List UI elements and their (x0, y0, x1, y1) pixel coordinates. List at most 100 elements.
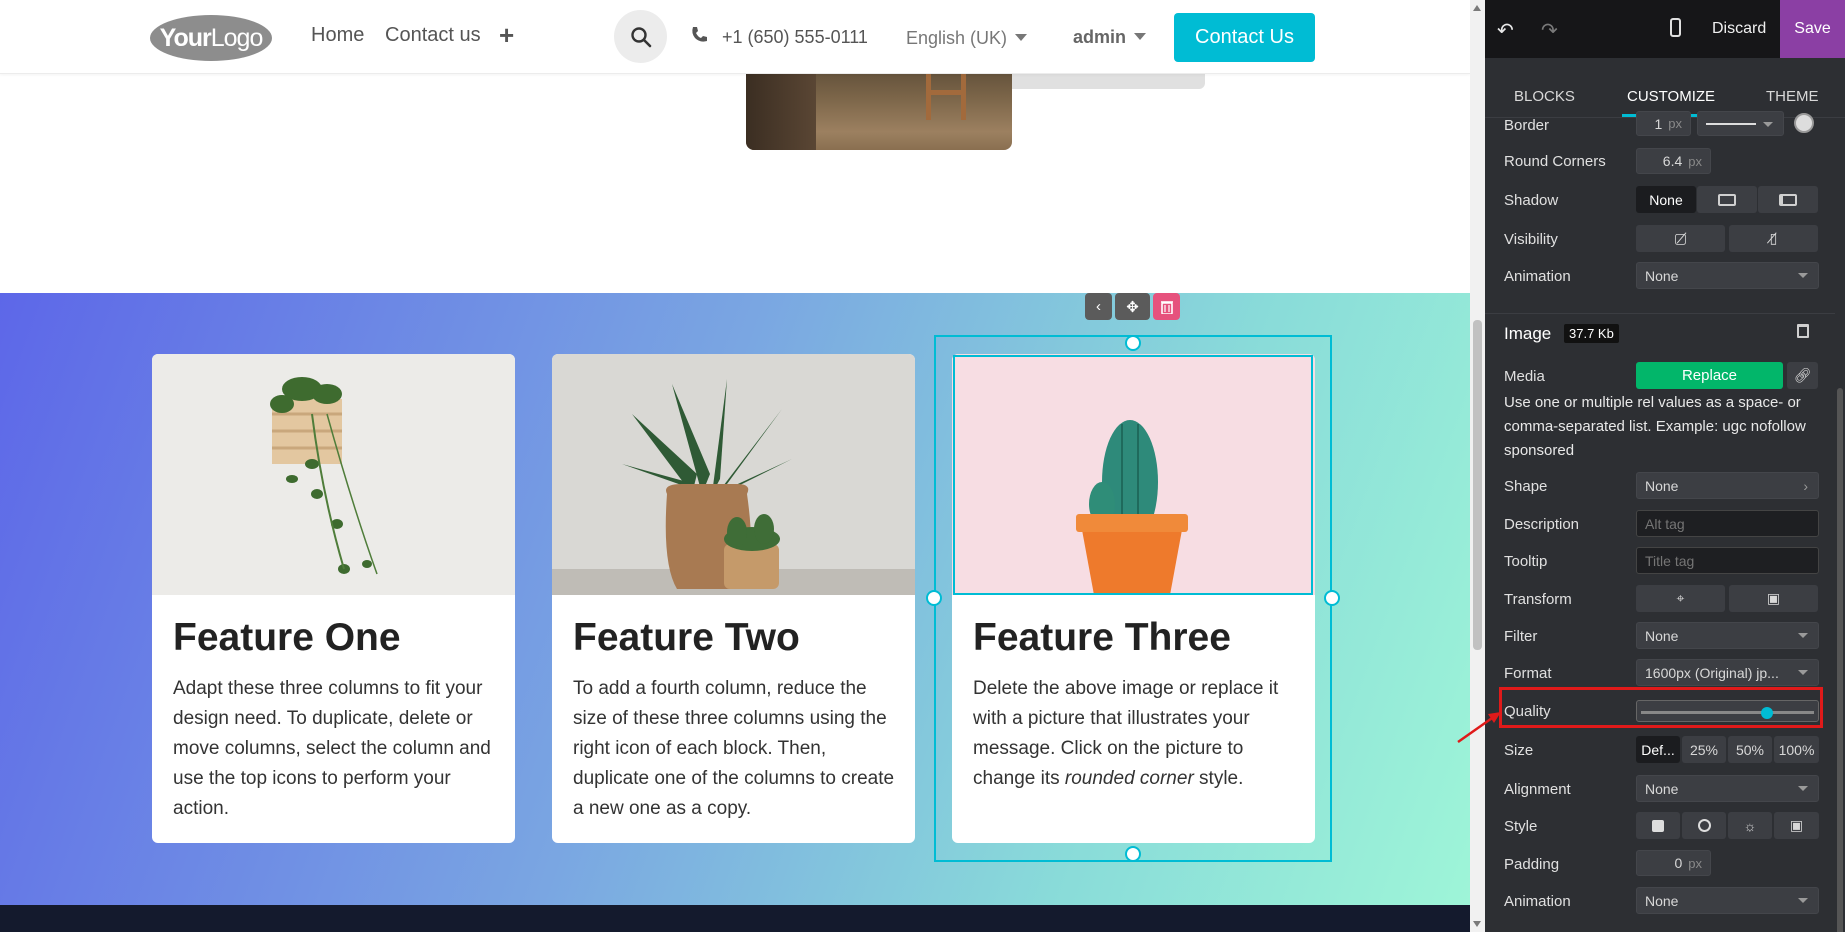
size-default-button[interactable]: Def... (1636, 736, 1680, 763)
border-style-select[interactable] (1697, 111, 1784, 136)
shape-row: Shape None › (1485, 472, 1845, 500)
tooltip-row: Tooltip (1485, 547, 1845, 575)
feature-two-image[interactable] (552, 354, 915, 595)
style-rounded-button[interactable] (1636, 812, 1680, 839)
feature-card-two[interactable]: Feature Two To add a fourth column, redu… (552, 354, 915, 843)
style-shadow-button[interactable]: ☼ (1728, 812, 1772, 839)
feature-card-three[interactable]: Feature Three Delete the above image or … (952, 354, 1315, 843)
alignment-row: Alignment None (1485, 775, 1845, 803)
add-menu-item-icon[interactable]: + (499, 20, 514, 51)
style-thumbnail-button[interactable]: ▣ (1774, 812, 1819, 839)
website-scrollbar[interactable] (1470, 0, 1485, 932)
filter-value: None (1645, 627, 1679, 644)
animation-row: Animation None (1485, 262, 1845, 290)
footer-bar (0, 905, 1470, 932)
media-label: Media (1504, 368, 1545, 385)
editor-topbar: ↶ ↷ Discard Save (1485, 0, 1845, 58)
image-icon: ▣ (1789, 817, 1804, 833)
undo-icon[interactable]: ↶ (1497, 18, 1514, 43)
feature-three-image[interactable] (952, 354, 1315, 595)
feature-card-one[interactable]: Feature One Adapt these three columns to… (152, 354, 515, 843)
alignment-select[interactable]: None (1636, 775, 1819, 802)
alignment-value: None (1645, 780, 1679, 797)
mobile-preview-icon[interactable] (1670, 18, 1681, 37)
feature-two-title[interactable]: Feature Two (573, 616, 800, 660)
language-selector[interactable]: English (UK) (906, 28, 1028, 49)
resize-handle-bottom[interactable] (1125, 846, 1141, 862)
shadow-none-button[interactable]: None (1636, 186, 1696, 213)
search-button[interactable] (614, 10, 667, 63)
trash-icon[interactable] (1797, 324, 1809, 338)
discard-button[interactable]: Discard (1712, 20, 1766, 38)
border-width-value: 1 (1654, 115, 1663, 132)
padding-value: 0 (1674, 855, 1683, 871)
panel-scrollbar-thumb[interactable] (1837, 388, 1843, 932)
shadow-row: Shadow None (1485, 186, 1845, 214)
drag-move-button[interactable]: ✥ (1115, 293, 1150, 320)
feature-three-title[interactable]: Feature Three (973, 616, 1231, 660)
border-color-picker[interactable] (1794, 113, 1814, 133)
phone-number[interactable]: +1 (650) 555-0111 (722, 27, 868, 48)
shadow-outset-button[interactable] (1697, 186, 1757, 213)
replace-image-button[interactable]: Replace (1636, 362, 1783, 389)
scrollbar-thumb[interactable] (1473, 320, 1482, 650)
trash-icon (1160, 300, 1173, 314)
size-100-button[interactable]: 100% (1774, 736, 1819, 763)
desktop-hidden-icon: ▢̸ (1673, 230, 1688, 246)
image-animation-select[interactable]: None (1636, 887, 1819, 914)
nav-link-home[interactable]: Home (311, 24, 364, 47)
description-input[interactable] (1636, 510, 1819, 537)
nav-link-contact-us[interactable]: Contact us (385, 24, 481, 47)
redo-icon[interactable]: ↷ (1541, 18, 1558, 43)
style-circle-button[interactable] (1682, 812, 1726, 839)
tab-customize[interactable]: CUSTOMIZE (1627, 88, 1715, 105)
quality-highlight-box (1499, 687, 1823, 728)
language-label: English (UK) (906, 28, 1008, 48)
feature-two-text[interactable]: To add a fourth column, reduce the size … (573, 674, 898, 824)
padding-input[interactable]: 0 px (1636, 850, 1711, 876)
hide-mobile-button[interactable]: ▯̸ (1729, 225, 1818, 252)
tab-theme[interactable]: THEME (1766, 88, 1819, 105)
crop-button[interactable]: ⌖ (1636, 585, 1725, 612)
border-width-input[interactable]: 1 px (1636, 111, 1691, 136)
tooltip-input[interactable] (1636, 547, 1819, 574)
link-image-button[interactable]: 🔗︎ (1787, 362, 1818, 389)
user-menu[interactable]: admin (1073, 27, 1147, 48)
save-button[interactable]: Save (1780, 0, 1845, 58)
format-select[interactable]: 1600px (Original) jp... (1636, 659, 1819, 686)
transform-row: Transform ⌖ ▣ (1485, 585, 1845, 613)
round-corners-input[interactable]: 6.4 px (1636, 148, 1711, 174)
feature-one-title[interactable]: Feature One (173, 616, 401, 660)
scroll-down-icon[interactable] (1473, 921, 1481, 927)
round-corners-value: 6.4 (1662, 153, 1683, 169)
chevron-down-icon (1798, 898, 1808, 903)
move-left-button[interactable]: ‹ (1085, 293, 1112, 320)
transform-label: Transform (1504, 591, 1572, 608)
scroll-up-icon[interactable] (1473, 5, 1481, 11)
image-section-title: Image (1504, 324, 1552, 343)
site-logo[interactable]: Your Logo (150, 15, 272, 61)
filter-select[interactable]: None (1636, 622, 1819, 649)
transform-icon: ▣ (1766, 590, 1781, 606)
contact-us-button[interactable]: Contact Us (1174, 13, 1315, 62)
feature-one-text[interactable]: Adapt these three columns to fit your de… (173, 674, 498, 824)
size-50-button[interactable]: 50% (1728, 736, 1772, 763)
resize-handle-right[interactable] (1324, 590, 1340, 606)
shadow-inset-icon (1779, 193, 1797, 206)
feature-three-text[interactable]: Delete the above image or replace it wit… (973, 674, 1298, 794)
hide-desktop-button[interactable]: ▢̸ (1636, 225, 1725, 252)
crop-icon: ⌖ (1676, 590, 1685, 606)
size-25-button[interactable]: 25% (1682, 736, 1726, 763)
animation-select[interactable]: None (1636, 262, 1819, 289)
tab-blocks[interactable]: BLOCKS (1514, 88, 1575, 105)
features-section: Feature One Adapt these three columns to… (0, 293, 1470, 905)
resize-handle-top[interactable] (1125, 335, 1141, 351)
format-label: Format (1504, 665, 1552, 682)
shape-select[interactable]: None › (1636, 472, 1819, 499)
shadow-inset-button[interactable] (1758, 186, 1818, 213)
panel-scrollbar[interactable] (1835, 118, 1845, 932)
transform-button[interactable]: ▣ (1729, 585, 1818, 612)
delete-block-button[interactable] (1153, 293, 1180, 320)
feature-one-image[interactable] (152, 354, 515, 595)
resize-handle-left[interactable] (926, 590, 942, 606)
